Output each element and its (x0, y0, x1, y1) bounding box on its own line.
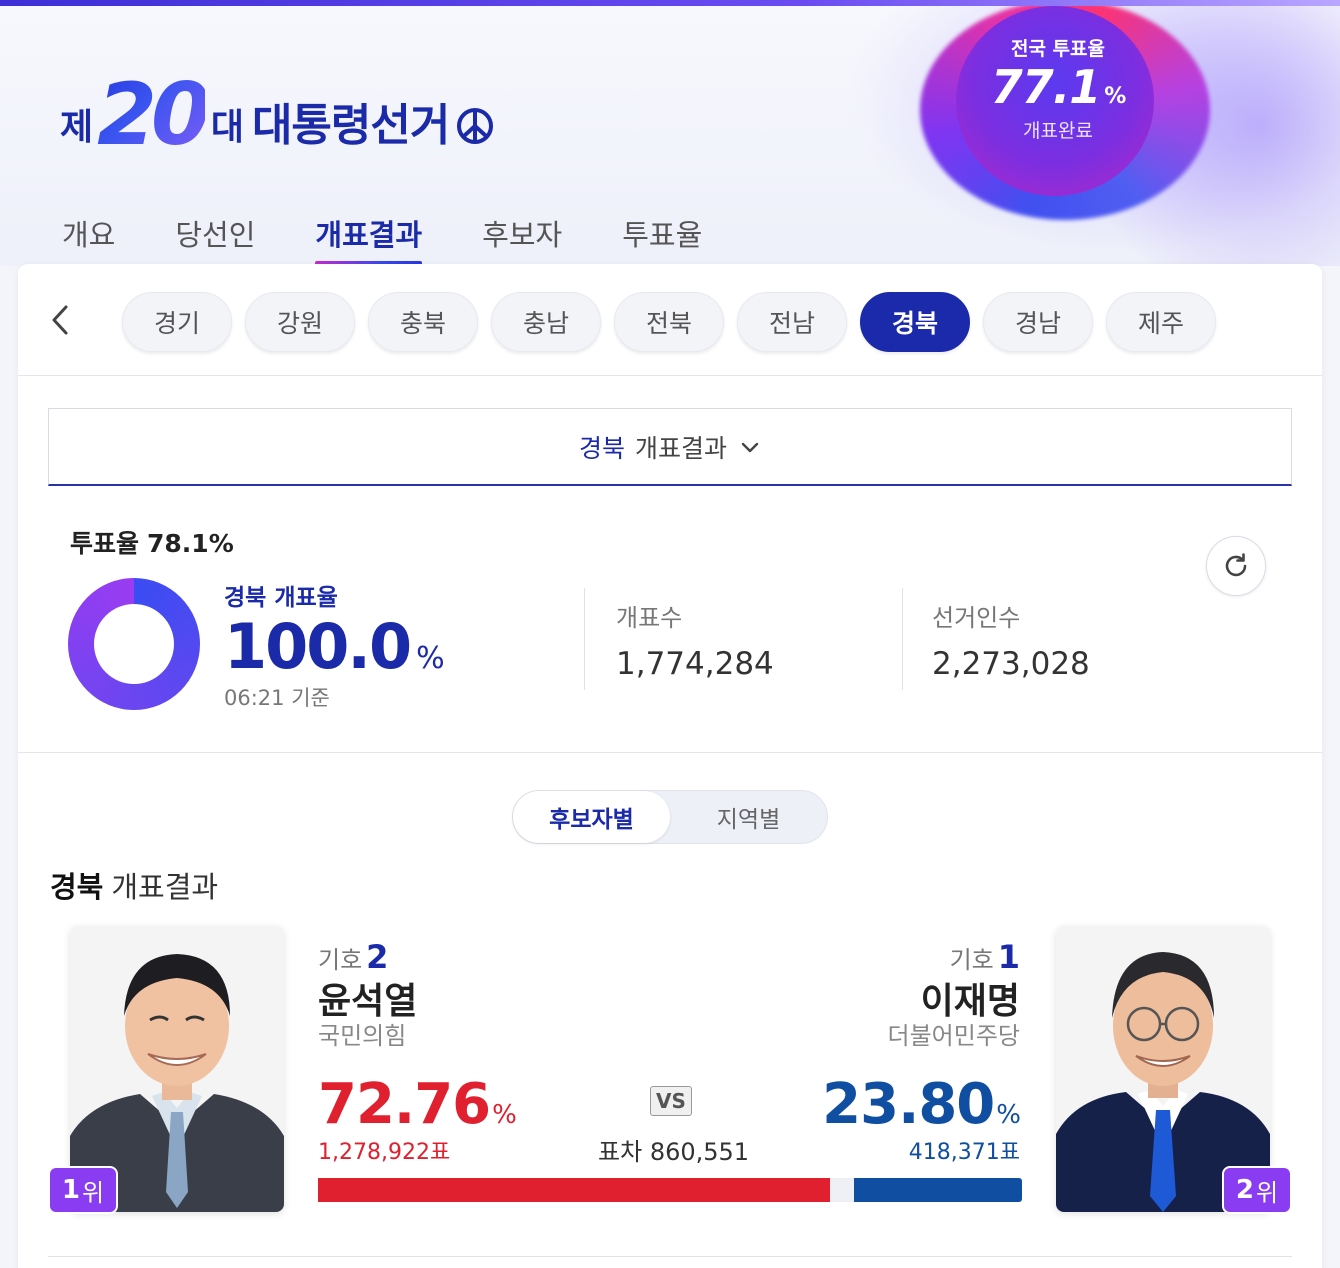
refresh-button[interactable] (1206, 536, 1266, 596)
count-time: 06:21 기준 (224, 686, 330, 710)
logo-number: 20 (97, 64, 211, 165)
national-turnout-unit: % (1104, 84, 1126, 109)
region-chip-jeonbuk[interactable]: 전북 (614, 292, 724, 352)
toggle-by-candidate[interactable]: 후보자별 (513, 791, 670, 843)
symbol-right-label: 기호 (949, 946, 994, 974)
region-chip-jeju[interactable]: 제주 (1106, 292, 1216, 352)
tab-candidates[interactable]: 후보자 (482, 212, 562, 264)
count-rate-label: 경북 개표율 (224, 585, 338, 611)
votes-left: 1,278,922표 (318, 1140, 451, 1165)
region-chip-gyeongbuk[interactable]: 경북 (860, 292, 970, 352)
vote-gap-value: 860,551 (649, 1138, 750, 1166)
ballot-stamp-icon (457, 108, 494, 144)
vote-bar-left (318, 1178, 830, 1202)
symbol-right: 기호 1 (950, 938, 1020, 976)
national-turnout-label: 전국 투표율 (1010, 38, 1105, 60)
view-toggle: 후보자별 지역별 (512, 790, 828, 844)
party-left: 국민의힘 (318, 1022, 407, 1050)
logo-title: 대통령선거 (251, 100, 450, 151)
region-chip-gangwon[interactable]: 강원 (245, 292, 355, 352)
region-turnout: 투표율 78.1% (70, 524, 234, 560)
chevron-left-icon[interactable] (48, 300, 72, 340)
result-title-region: 경북 (50, 870, 104, 904)
vote-gap-label: 표차 (598, 1138, 643, 1166)
vote-gap: 표차 860,551 (598, 1132, 749, 1167)
vote-share-left: 72.76% (318, 1072, 517, 1137)
stat-divider-2 (902, 588, 903, 690)
bottom-divider (48, 1256, 1292, 1257)
rank-badge-left: 1위 (48, 1166, 118, 1214)
dropdown-label: 개표결과 (635, 433, 728, 463)
region-chip-chungnam[interactable]: 충남 (491, 292, 601, 352)
count-rate-unit: % (416, 641, 444, 676)
region-turnout-label: 투표율 (70, 529, 140, 558)
symbol-left-label: 기호 (318, 946, 363, 974)
count-rate-donut (68, 578, 200, 710)
symbol-right-number: 1 (997, 938, 1020, 976)
counted-value: 1,774,284 (616, 646, 774, 682)
tab-results[interactable]: 개표결과 (315, 212, 422, 266)
rank-left-number: 1 (61, 1175, 80, 1205)
count-rate-number: 100.0 (224, 610, 412, 683)
vote-share-left-unit: % (492, 1100, 517, 1130)
chevron-down-icon (741, 442, 759, 452)
rank-left-unit: 위 (82, 1178, 105, 1207)
region-chip-chungbuk[interactable]: 충북 (368, 292, 478, 352)
stat-divider (584, 588, 585, 690)
vote-share-left-number: 72.76 (318, 1072, 491, 1137)
dropdown-region: 경북 (578, 433, 625, 463)
counted-label: 개표수 (616, 604, 683, 632)
region-chip-jeonnam[interactable]: 전남 (737, 292, 847, 352)
result-title: 경북 개표결과 (50, 864, 218, 906)
tab-winner[interactable]: 당선인 (175, 212, 255, 264)
results-card: 경기 강원 충북 충남 전북 전남 경북 경남 제주 경북 개표결과 투표율 78… (18, 264, 1322, 1268)
vote-share-right-number: 23.80 (822, 1072, 995, 1137)
rank-right-unit: 위 (1256, 1178, 1279, 1207)
result-title-label: 개표결과 (111, 870, 219, 904)
symbol-left-number: 2 (366, 938, 389, 976)
national-turnout-value: 77.1% (920, 60, 1196, 114)
election-logo[interactable]: 제 20 대 대통령선거 (60, 64, 495, 165)
vote-share-right-unit: % (996, 1100, 1021, 1130)
region-chip-gyeonggi[interactable]: 경기 (122, 292, 232, 352)
vs-badge: VS (650, 1086, 692, 1116)
region-chips: 경기 강원 충북 충남 전북 전남 경북 경남 제주 (122, 292, 1216, 352)
refresh-icon (1225, 553, 1247, 577)
vote-bar-other (830, 1178, 854, 1202)
section-divider (18, 752, 1322, 753)
logo-suffix: 대 (210, 107, 244, 148)
symbol-left: 기호 2 (318, 938, 388, 976)
results-dropdown[interactable]: 경북 개표결과 (48, 408, 1292, 486)
vote-share-right: 23.80% (822, 1072, 1021, 1137)
national-turnout-number: 77.1 (990, 60, 1101, 114)
main-tabs: 개요 당선인 개표결과 후보자 투표율 (62, 212, 702, 266)
rank-right-number: 2 (1235, 1175, 1254, 1205)
national-turnout-badge: 전국 투표율 77.1% 개표완료 (920, 6, 1210, 220)
tab-overview[interactable]: 개요 (62, 212, 115, 264)
tab-turnout[interactable]: 투표율 (622, 212, 702, 264)
electors-label: 선거인수 (932, 604, 1021, 632)
vote-bar-right (854, 1178, 1022, 1202)
logo-prefix: 제 (60, 107, 94, 148)
count-rate-value: 100.0% (224, 610, 445, 683)
region-selector: 경기 강원 충북 충남 전북 전남 경북 경남 제주 (18, 264, 1322, 376)
national-turnout-status: 개표완료 (1023, 120, 1093, 142)
rank-badge-right: 2위 (1222, 1166, 1292, 1214)
region-chip-gyeongnam[interactable]: 경남 (983, 292, 1093, 352)
votes-right: 418,371표 (908, 1140, 1020, 1165)
electors-value: 2,273,028 (932, 646, 1090, 682)
region-turnout-value: 78.1% (147, 529, 234, 558)
toggle-by-region[interactable]: 지역별 (670, 791, 827, 843)
party-right: 더불어민주당 (887, 1022, 1020, 1050)
